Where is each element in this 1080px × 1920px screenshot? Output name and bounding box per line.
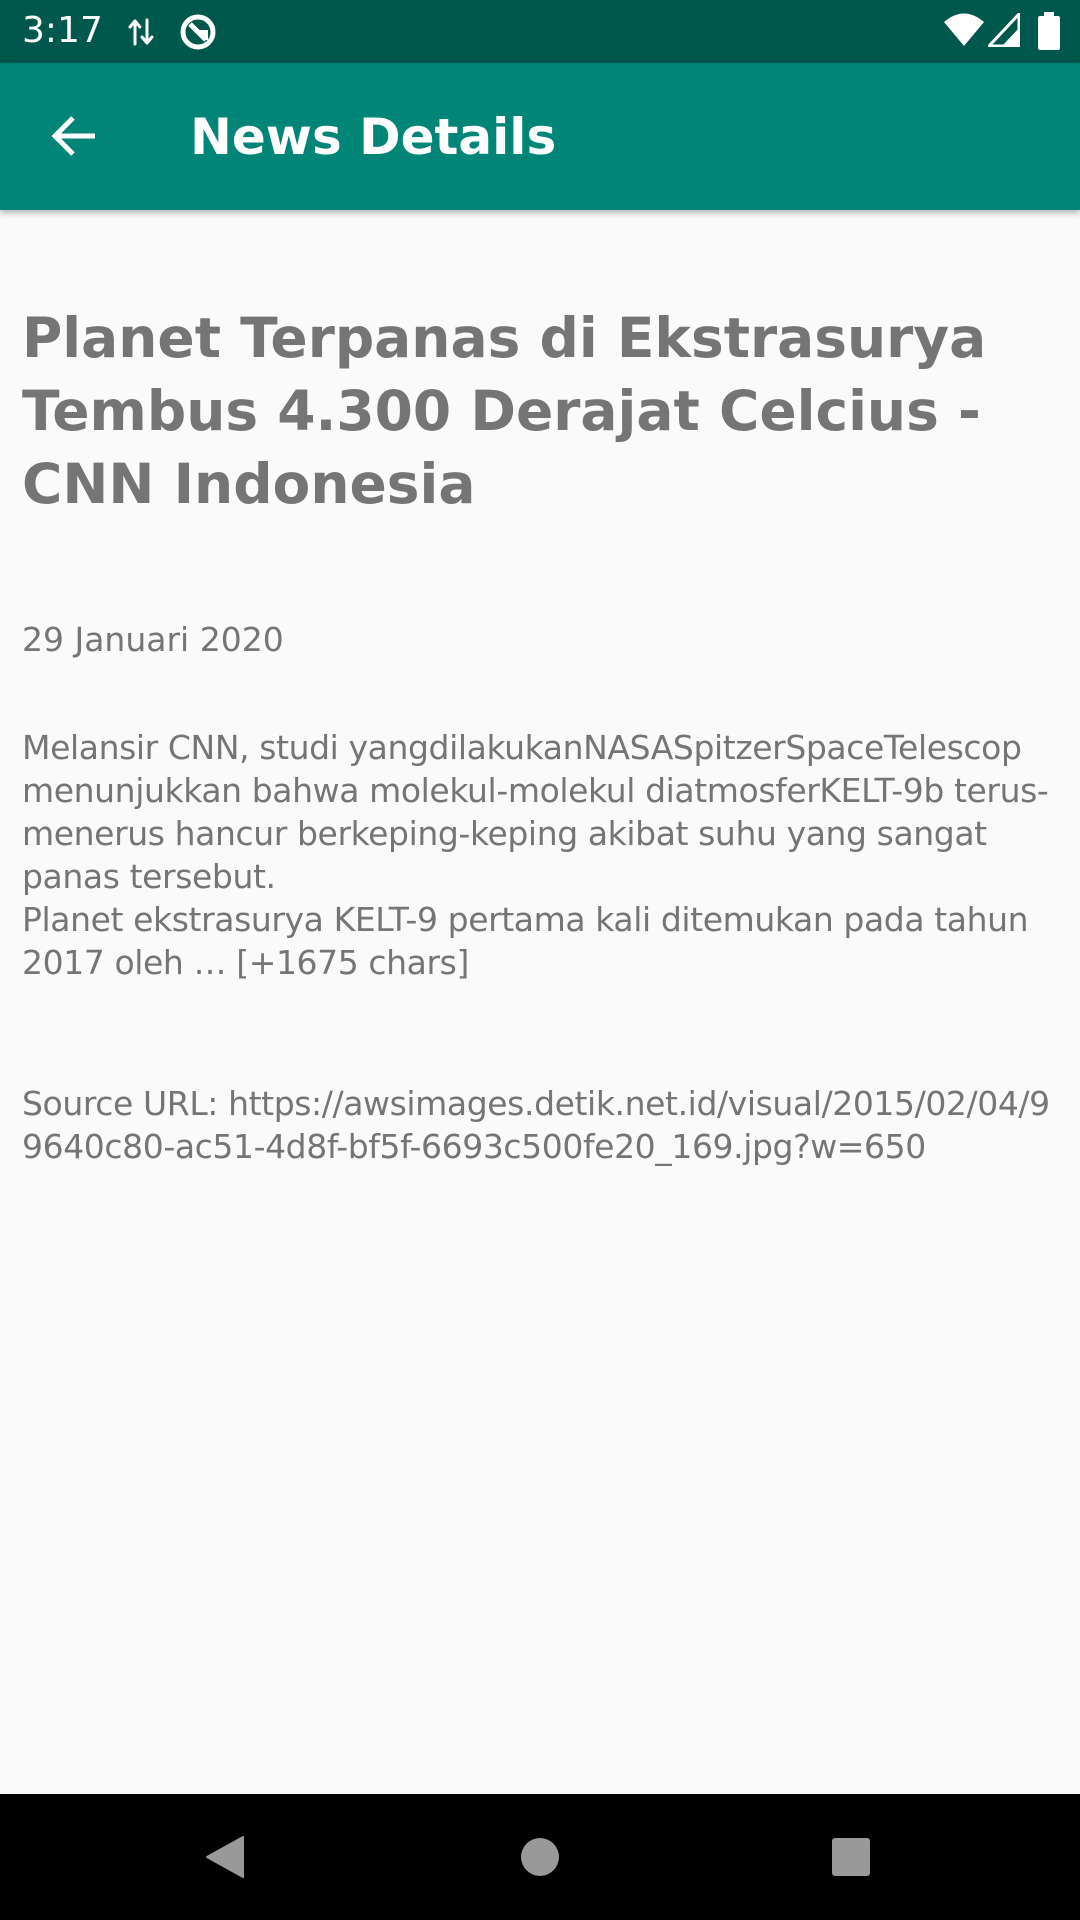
signal-icon [988,13,1020,47]
status-time: 3:17 [22,10,103,51]
wifi-icon [944,13,984,46]
sync-icon [180,14,216,50]
recents-square-icon [832,1838,870,1876]
arrow-back-icon [51,116,95,156]
news-body: Melansir CNN, studi yangdilakukanNASASpi… [22,728,1049,982]
article-content: Planet Terpanas di Ekstrasurya Tembus 4.… [22,210,1058,1168]
nav-home-button[interactable] [495,1814,585,1900]
app-bar: News Details [0,63,1080,210]
news-date: 29 Januari 2020 [22,620,284,659]
page-title: News Details [190,108,557,166]
battery-icon [1038,12,1060,50]
news-source-url: Source URL: https://awsimages.detik.net.… [22,1084,1050,1166]
status-bar: 3:17 [0,0,1080,63]
home-circle-icon [521,1838,559,1876]
nav-back-button[interactable] [180,1814,270,1900]
nav-recents-button[interactable] [806,1814,896,1900]
news-title: Planet Terpanas di Ekstrasurya Tembus 4.… [22,306,987,516]
data-transfer-icon [128,18,154,46]
navigation-bar [0,1794,1080,1920]
back-button[interactable] [37,99,111,173]
back-triangle-icon [206,1836,244,1878]
